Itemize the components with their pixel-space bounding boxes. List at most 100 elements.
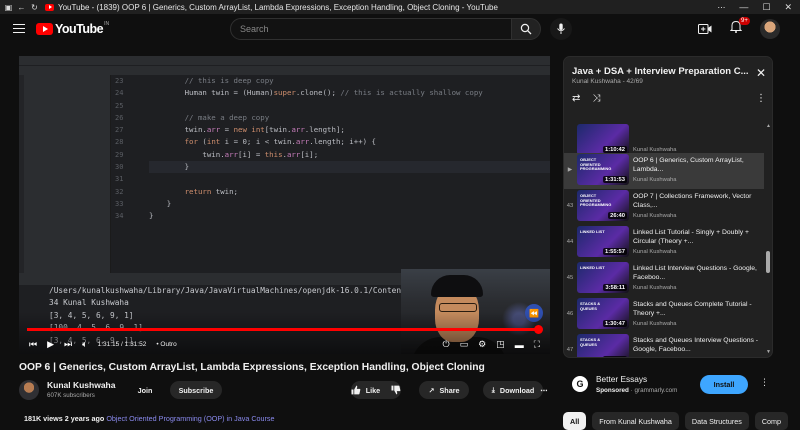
- player-controls: ⏮ ▶ ⏭ 🔈︎ 1:31:15 / 1:31:52 • Outro ⏻ ▭ ⚙…: [19, 335, 550, 354]
- create-video-icon[interactable]: [698, 23, 712, 35]
- play-icon[interactable]: ▶: [47, 339, 54, 350]
- sidebar-toggle-icon[interactable]: ▣: [4, 3, 13, 12]
- subscribe-button[interactable]: Subscribe: [170, 381, 222, 399]
- playlist-item-index: 45: [566, 275, 574, 281]
- chip-data-structures[interactable]: Data Structures: [684, 412, 749, 430]
- notifications-button[interactable]: 9+: [729, 17, 750, 38]
- more-options-icon[interactable]: ⋯: [717, 3, 725, 12]
- hamburger-menu-icon[interactable]: [13, 24, 25, 33]
- chapter-label[interactable]: • Outro: [156, 341, 176, 348]
- minimize-button[interactable]: —: [739, 2, 748, 13]
- video-title: OOP 6 | Generics, Custom ArrayList, Lamb…: [19, 362, 485, 373]
- previous-icon[interactable]: ⏮: [29, 339, 37, 350]
- playlist-item[interactable]: 43 OBJECT ORIENTED PROGRAMMING 26:40 OOP 7 …: [564, 189, 764, 225]
- share-icon: ↗: [428, 385, 435, 395]
- ad-more-icon[interactable]: ⋮: [760, 377, 769, 388]
- ad-sponsor-line: Sponsored · grammarly.com: [596, 387, 678, 394]
- download-button[interactable]: ⤓ Download: [483, 381, 543, 399]
- line-number: 28: [115, 138, 124, 147]
- playlist-item-channel: Kunal Kushwaha: [633, 249, 677, 255]
- captions-icon[interactable]: ▭: [460, 339, 469, 350]
- playlist-more-icon[interactable]: ⋮: [756, 93, 766, 104]
- fullscreen-icon[interactable]: ⛶: [534, 339, 540, 350]
- miniplayer-icon[interactable]: ◳: [496, 339, 505, 350]
- more-actions-icon[interactable]: ⋯: [537, 381, 551, 399]
- chip-from-channel[interactable]: From Kunal Kushwaha: [592, 412, 679, 430]
- maximize-button[interactable]: ☐: [762, 2, 770, 13]
- search-input[interactable]: Search: [230, 18, 512, 40]
- code-line: // make a deep copy: [149, 112, 550, 124]
- account-avatar[interactable]: [760, 19, 780, 39]
- playlist-item-title[interactable]: Linked List Tutorial - Singly + Doubly +…: [633, 228, 761, 247]
- playlist-item[interactable]: 47 STACKS & QUEUES 2:24:21 Stacks and Queue…: [564, 333, 764, 357]
- playlist-title[interactable]: Java + DSA + Interview Preparation C...: [572, 66, 748, 77]
- shuffle-icon[interactable]: ⤨: [592, 93, 600, 104]
- code-token: twin;: [211, 186, 239, 196]
- loop-icon[interactable]: ⇄: [572, 93, 580, 104]
- search-button[interactable]: [511, 18, 541, 40]
- like-button[interactable]: Like: [351, 381, 401, 399]
- playlist-item-thumbnail[interactable]: STACKS & QUEUES 1:30:47: [577, 298, 629, 329]
- line-number: 31: [115, 175, 124, 184]
- channel-name[interactable]: Kunal Kushwaha: [47, 380, 115, 390]
- progress-scrubber[interactable]: [533, 325, 543, 334]
- join-button[interactable]: Join: [127, 381, 163, 399]
- line-number: 24: [115, 89, 124, 98]
- video-player[interactable]: 23 24 25 26 27 28 29 30 31 32 33 34 // this is deep…: [19, 56, 550, 354]
- playlist-item-title[interactable]: Stacks and Queues Complete Tutorial - Th…: [633, 300, 761, 319]
- settings-gear-icon[interactable]: ⚙: [478, 339, 486, 350]
- thumbs-down-icon[interactable]: [391, 385, 401, 395]
- code-token: // make a deep copy: [149, 112, 270, 122]
- playlist-item-title[interactable]: Stacks and Queues Interview Questions - …: [633, 336, 761, 355]
- code-token: new int: [233, 125, 265, 135]
- code-token: // this is deep copy: [149, 76, 274, 85]
- playlist-item-thumbnail[interactable]: OBJECT ORIENTED PROGRAMMING 1:31:53: [577, 154, 629, 185]
- theater-mode-icon[interactable]: ▬: [515, 340, 524, 350]
- chip-comp[interactable]: Comp: [754, 412, 789, 430]
- autoplay-toggle-icon[interactable]: ⏻: [442, 339, 449, 350]
- back-icon[interactable]: ←: [17, 3, 26, 12]
- channel-avatar[interactable]: [19, 380, 39, 400]
- playlist-item-thumbnail[interactable]: 1:10:42: [577, 124, 629, 155]
- playlist-item[interactable]: 44 LINKED LIST 1:55:57 Linked List Tutorial…: [564, 225, 764, 261]
- playlist-scrollbar[interactable]: [766, 251, 770, 273]
- course-link[interactable]: Object Oriented Programming (OOP) in Jav…: [106, 414, 274, 423]
- playlist-item-thumbnail[interactable]: STACKS & QUEUES 2:24:21: [577, 334, 629, 357]
- grammarly-logo-icon: G: [572, 376, 588, 392]
- playlist-item-title[interactable]: Linked List Interview Questions - Google…: [633, 264, 761, 283]
- playlist-item-title[interactable]: OOP 6 | Generics, Custom ArrayList, Lamb…: [633, 156, 761, 175]
- scroll-down-icon[interactable]: ▼: [766, 349, 771, 355]
- install-button[interactable]: Install: [700, 375, 748, 394]
- code-line: }: [149, 198, 550, 210]
- video-owner-row: Kunal Kushwaha 607K subscribers Join Sub…: [19, 378, 550, 402]
- playlist-item-index: 46: [566, 311, 574, 317]
- code-token: =: [220, 125, 234, 135]
- next-icon[interactable]: ⏭: [64, 339, 72, 350]
- thumbnail-text: OBJECT ORIENTED PROGRAMMING: [580, 157, 612, 171]
- scroll-up-icon[interactable]: ▲: [766, 123, 771, 129]
- chip-all[interactable]: All: [563, 412, 587, 430]
- playlist-item[interactable]: 45 LINKED LIST 3:58:11 Linked List Intervie…: [564, 261, 764, 297]
- close-window-button[interactable]: ✕: [784, 2, 792, 13]
- code-line: Human twin = (Human)super.clone(); // th…: [149, 87, 550, 99]
- thumbnail-text: OBJECT ORIENTED PROGRAMMING: [580, 193, 612, 207]
- playlist-item-thumbnail[interactable]: OBJECT ORIENTED PROGRAMMING 26:40: [577, 190, 629, 221]
- volume-icon[interactable]: 🔈︎: [82, 339, 87, 350]
- share-button[interactable]: ↗ Share: [419, 381, 469, 399]
- youtube-logo[interactable]: YouTube IN: [36, 21, 109, 36]
- video-progress-bar[interactable]: [27, 325, 543, 334]
- playlist-item[interactable]: 46 STACKS & QUEUES 1:30:47 Stacks and Queue…: [564, 297, 764, 333]
- masthead: YouTube IN Search 9+: [0, 14, 800, 44]
- code-token: .length];: [304, 125, 345, 135]
- playlist-item-title[interactable]: OOP 7 | Collections Framework, Vector Cl…: [633, 192, 761, 211]
- ad-title[interactable]: Better Essays: [596, 374, 647, 384]
- voice-search-button[interactable]: [550, 18, 572, 40]
- close-icon[interactable]: ✕: [756, 66, 766, 80]
- sponsored-ad[interactable]: G Better Essays Sponsored · grammarly.co…: [563, 368, 773, 404]
- reload-icon[interactable]: ↻: [30, 3, 39, 12]
- playlist-item-thumbnail[interactable]: LINKED LIST 1:55:57: [577, 226, 629, 257]
- video-meta: 181K views 2 years ago Object Oriented P…: [24, 414, 275, 423]
- playlist-item[interactable]: ▶ OBJECT ORIENTED PROGRAMMING 1:31:53 OOP 6…: [564, 153, 764, 189]
- playlist-item-thumbnail[interactable]: LINKED LIST 3:58:11: [577, 262, 629, 293]
- thumbnail-text: STACKS & QUEUES: [580, 337, 601, 347]
